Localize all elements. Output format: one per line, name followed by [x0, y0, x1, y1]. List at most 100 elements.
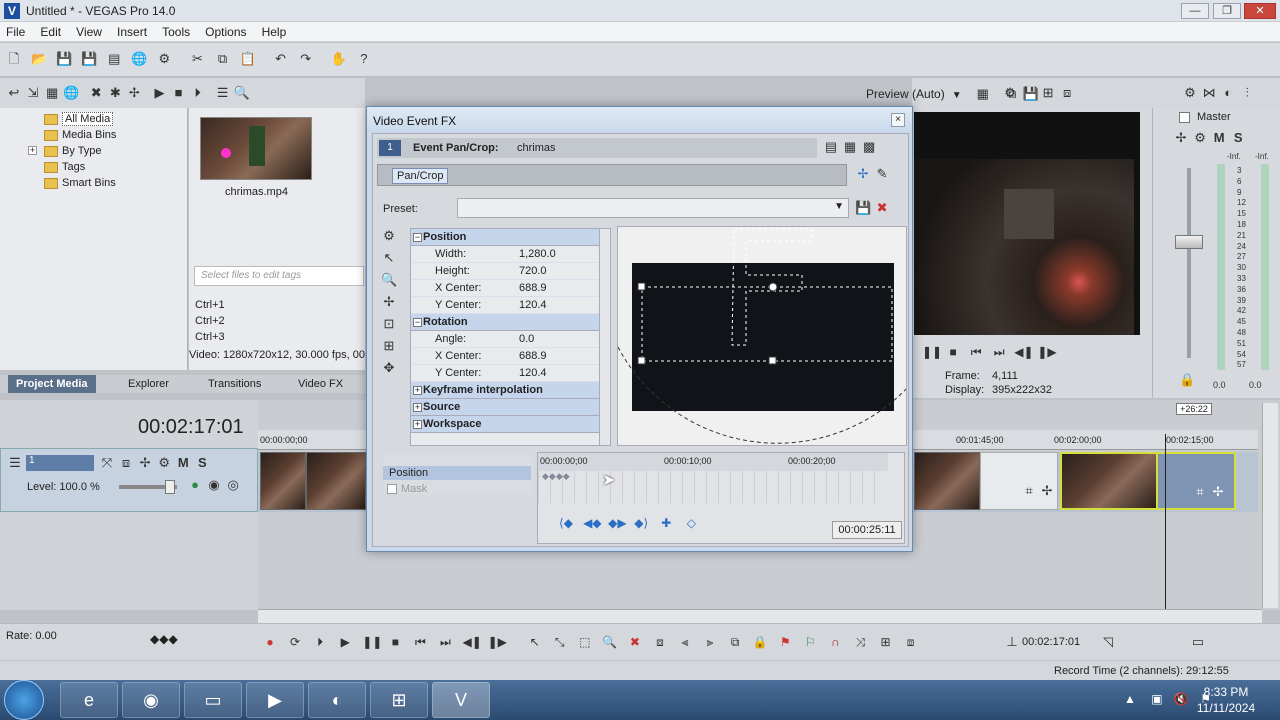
app-icon[interactable]: ◐ [308, 682, 366, 718]
trim-icon[interactable]: ⧈ [652, 634, 668, 650]
mask-checkbox[interactable] [387, 484, 397, 494]
save-as-icon[interactable]: 💾 [81, 51, 97, 67]
pause-icon[interactable]: ❚❚ [922, 344, 942, 360]
copy-icon[interactable]: ⧉ [215, 51, 231, 67]
prev-keyframe-icon[interactable]: ◀◆ [583, 515, 601, 531]
step-back-icon[interactable]: ◀❚ [1014, 344, 1033, 360]
menu-edit[interactable]: Edit [34, 22, 67, 39]
media-fx-icon[interactable]: ✱ [107, 85, 123, 101]
property-value[interactable]: 688.9 [519, 280, 547, 297]
menu-view[interactable]: View [70, 22, 108, 39]
zoom-tool-icon[interactable]: 🔍 [602, 634, 618, 650]
auto-preview-icon[interactable]: ⏵ [190, 85, 206, 101]
loop-region-marker[interactable]: +26:22 [1176, 403, 1212, 415]
property-row[interactable]: Height: 720.0 [411, 263, 599, 280]
keyframe-track[interactable]: ◆◆◆◆ [538, 471, 878, 503]
property-value[interactable]: 120.4 [519, 297, 547, 314]
next-frame-icon[interactable]: ⏭ [991, 344, 1007, 360]
property-value[interactable]: 1,280.0 [519, 246, 556, 263]
tree-item-media-bins[interactable]: Media Bins [0, 127, 187, 143]
network-icon[interactable]: ▣ [1151, 692, 1162, 706]
normal-edit-icon[interactable]: ↖ [381, 250, 397, 266]
properties-icon[interactable]: ⚙ [156, 51, 172, 67]
windows-icon[interactable]: ⊞ [370, 682, 428, 718]
undo-icon[interactable]: ↶ [273, 51, 289, 67]
center-icon[interactable]: ⊡ [381, 316, 397, 332]
section-keyframe-interpolation[interactable]: + Keyframe interpolation [411, 382, 599, 399]
solo-button[interactable]: S [1230, 130, 1246, 146]
help-icon[interactable]: ? [356, 51, 372, 67]
fx-icon[interactable]: ✢ [1173, 130, 1189, 146]
last-keyframe-icon[interactable]: ◆⟩ [633, 515, 649, 531]
minimize-button[interactable]: — [1181, 3, 1209, 19]
redo-icon[interactable]: ↷ [298, 51, 314, 67]
pause-icon[interactable]: ❚❚ [362, 634, 382, 650]
media-player-icon[interactable]: ▶ [246, 682, 304, 718]
play-icon[interactable]: ▶ [337, 634, 353, 650]
play-icon[interactable]: ▶ [151, 85, 167, 101]
go-to-end-icon[interactable]: ⏭ [437, 634, 453, 650]
paste-icon[interactable]: 📋 [240, 51, 256, 67]
trim-start-icon[interactable]: ⫷ [677, 634, 693, 650]
level-slider[interactable] [119, 480, 177, 494]
new-project-icon[interactable]: 🗋 [6, 51, 22, 67]
split-icon[interactable]: ⧉ [727, 634, 743, 650]
expand-icon[interactable]: + [28, 146, 37, 155]
tree-item-all-media[interactable]: All Media [0, 111, 187, 127]
mute-button[interactable]: M [175, 455, 191, 471]
split-screen-icon[interactable]: ⊞ [1040, 85, 1056, 101]
expand-icon[interactable]: + [413, 403, 422, 412]
region-icon[interactable]: ⚐ [802, 634, 818, 650]
go-to-start-icon[interactable]: ⏮ [412, 634, 428, 650]
record-icon[interactable]: ● [262, 634, 278, 650]
property-value[interactable]: 0.0 [519, 331, 534, 348]
handle-bottom-left[interactable] [637, 356, 646, 365]
loop-icon[interactable]: ⟳ [287, 634, 303, 650]
fit-icon[interactable]: ⊞ [381, 338, 397, 354]
proxy-icon[interactable]: ✢ [126, 85, 142, 101]
video-clip[interactable] [306, 452, 366, 510]
downmix-icon[interactable]: ⋈ [1201, 85, 1217, 101]
plugin-chain-icon[interactable]: ✢ [855, 166, 871, 182]
render-icon[interactable]: ▤ [106, 51, 122, 67]
property-row[interactable]: Y Center: 120.4 [411, 365, 599, 382]
composite-mode-icon[interactable]: ● [187, 477, 203, 493]
step-forward-icon[interactable]: ❚▶ [1037, 344, 1056, 360]
envelope-tool-icon[interactable]: ⤡ [552, 634, 568, 650]
handle-left[interactable] [637, 282, 646, 291]
video-clip[interactable] [260, 452, 306, 510]
move-icon[interactable]: ✢ [381, 294, 397, 310]
playhead-cursor[interactable] [1165, 434, 1166, 610]
chevron-down-icon[interactable]: ▼ [834, 201, 844, 212]
gear-icon[interactable]: ⚙ [1182, 85, 1198, 101]
property-row[interactable]: X Center: 688.9 [411, 280, 599, 297]
move-freely-icon[interactable]: ✥ [381, 360, 397, 376]
pan-crop-workspace[interactable] [617, 226, 907, 446]
get-media-icon[interactable]: 🌐 [63, 85, 79, 101]
empty-clip-area[interactable]: ⌗ ✢ [980, 452, 1058, 510]
rate-slider-icon[interactable]: ◆◆◆ [150, 632, 178, 646]
tab-explorer[interactable]: Explorer [120, 375, 177, 393]
selected-clip-tail[interactable]: ⌗ ✢ [1158, 452, 1236, 510]
fx-icon[interactable]: ✢ [1039, 483, 1055, 499]
menu-insert[interactable]: Insert [111, 22, 153, 39]
next-keyframe-icon[interactable]: ◆▶ [608, 515, 626, 531]
close-button[interactable]: ✕ [1244, 3, 1276, 19]
publish-icon[interactable]: 🌐 [131, 51, 147, 67]
save-snapshot-icon[interactable]: 💾 [1023, 86, 1039, 102]
property-value[interactable]: 688.9 [519, 348, 547, 365]
solo-button[interactable]: S [194, 455, 210, 471]
clock[interactable]: 8:33 PM 11/11/2024 [1196, 685, 1256, 715]
remove-plugin-icon[interactable]: ✎ [874, 166, 890, 182]
expand-icon[interactable]: + [413, 420, 422, 429]
selected-video-clip[interactable] [1060, 452, 1158, 510]
internet-explorer-icon[interactable]: e [60, 682, 118, 718]
stop-icon[interactable]: ■ [171, 85, 187, 101]
property-row[interactable]: Width: 1,280.0 [411, 246, 599, 263]
center-handle[interactable] [768, 282, 778, 292]
collapse-icon[interactable]: − [413, 233, 422, 242]
tag-input[interactable]: Select files to edit tags [194, 266, 364, 286]
property-row[interactable]: X Center: 688.9 [411, 348, 599, 365]
stop-icon[interactable]: ■ [387, 634, 403, 650]
tree-item-tags[interactable]: Tags [0, 159, 187, 175]
